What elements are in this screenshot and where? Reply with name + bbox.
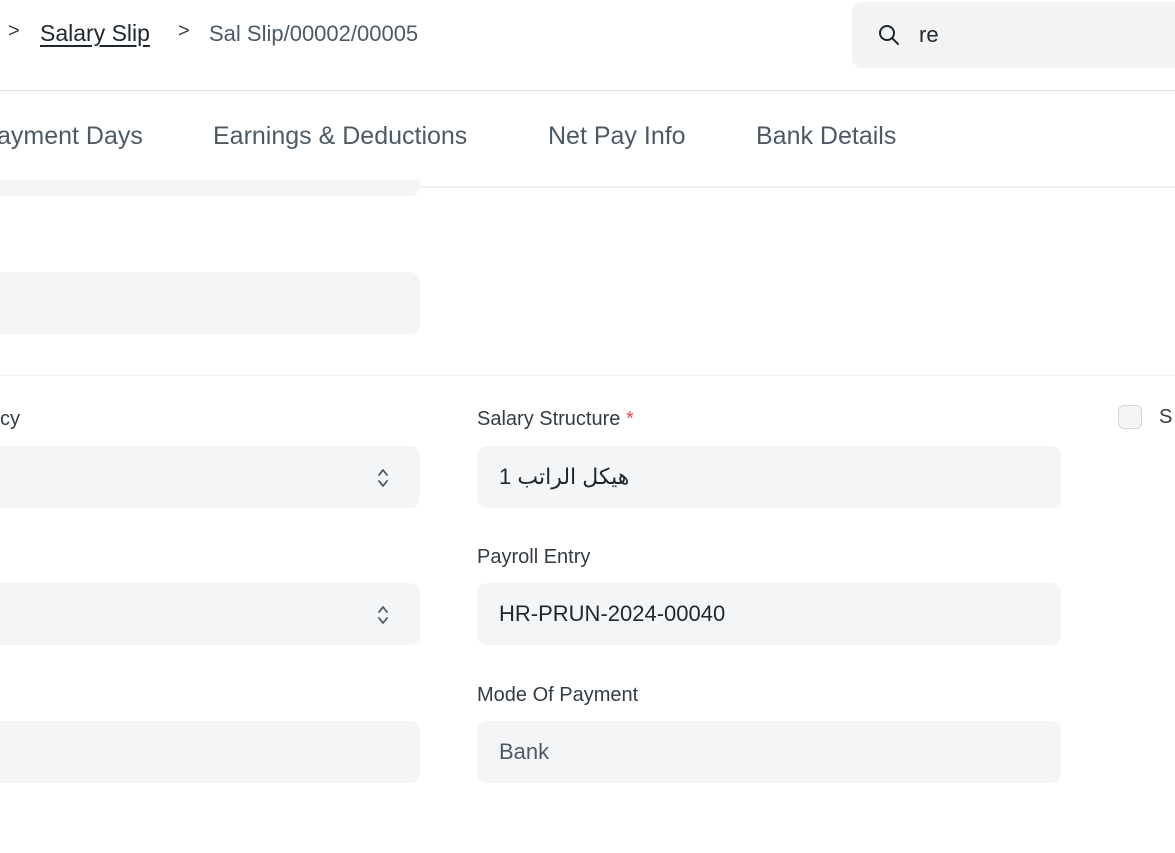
mode-of-payment-field[interactable]: Bank xyxy=(477,721,1061,783)
select-field-partial[interactable] xyxy=(0,583,420,645)
salary-structure-label: Salary Structure * xyxy=(477,408,634,431)
tab-net-pay-info[interactable]: Net Pay Info xyxy=(548,122,686,151)
input-field-partial[interactable] xyxy=(0,721,420,783)
payroll-entry-field[interactable]: HR-PRUN-2024-00040 xyxy=(477,583,1061,645)
breadcrumb-separator: > xyxy=(8,20,20,42)
form-tabs: ayment Days Earnings & Deductions Net Pa… xyxy=(0,91,1175,188)
checkbox[interactable] xyxy=(1118,405,1142,429)
field-partial-edge xyxy=(0,180,420,196)
required-indicator: * xyxy=(625,408,634,430)
salary-structure-label-text: Salary Structure xyxy=(477,408,621,430)
breadcrumb-salary-slip-link[interactable]: Salary Slip xyxy=(40,20,150,47)
breadcrumb-separator: > xyxy=(178,20,190,42)
search-bar[interactable] xyxy=(852,2,1175,68)
breadcrumb-current-document: Sal Slip/00002/00005 xyxy=(209,21,419,46)
section-divider xyxy=(0,375,1175,376)
mode-of-payment-label: Mode Of Payment xyxy=(477,684,639,706)
tab-payment-days[interactable]: ayment Days xyxy=(0,122,143,151)
chevron-up-down-icon xyxy=(378,606,388,624)
currency-select[interactable] xyxy=(0,446,420,508)
search-icon xyxy=(879,25,899,45)
chevron-up-down-icon xyxy=(378,469,388,487)
checkbox-label-partial: S xyxy=(1159,406,1173,428)
payroll-entry-label: Payroll Entry xyxy=(477,546,591,568)
salary-structure-field[interactable]: هيكل الراتب 1 xyxy=(477,446,1061,508)
tab-bank-details[interactable]: Bank Details xyxy=(756,122,896,151)
tab-earnings-deductions[interactable]: Earnings & Deductions xyxy=(213,122,467,151)
currency-label-partial: cy xyxy=(0,408,20,430)
search-input[interactable] xyxy=(919,16,1169,54)
navbar: > Salary Slip > Sal Slip/00002/00005 xyxy=(0,0,1175,91)
input-field-partial[interactable] xyxy=(0,272,420,334)
